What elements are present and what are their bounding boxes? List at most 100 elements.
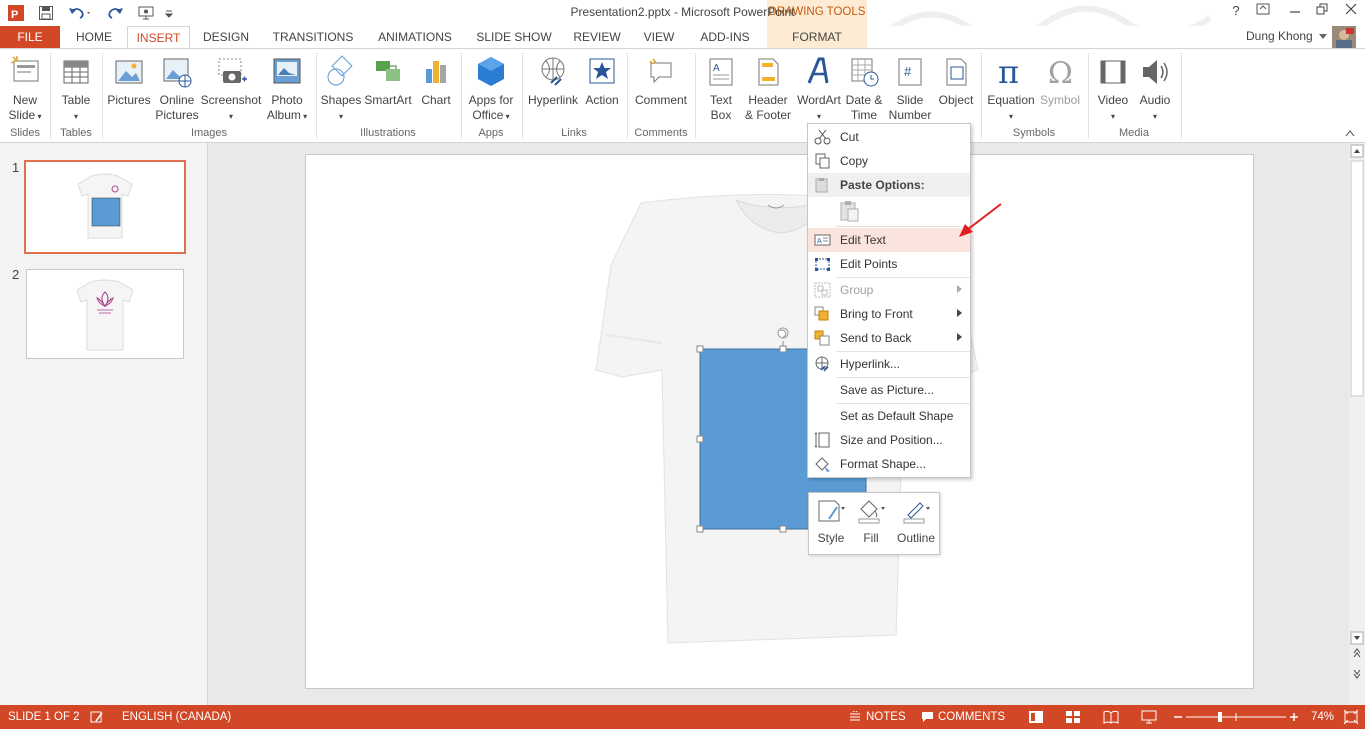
menu-item-copy[interactable]: Copy	[808, 149, 970, 173]
table-button[interactable]: Table ▾	[56, 55, 96, 124]
new-slide-icon	[10, 56, 39, 82]
menu-copy-label: Copy	[840, 154, 869, 168]
hyperlink-button[interactable]: Hyperlink	[526, 55, 580, 108]
text-box-label-1: Text	[709, 93, 732, 107]
reading-view-icon[interactable]	[1103, 710, 1119, 724]
chart-button[interactable]: Chart	[416, 55, 456, 108]
tab-format[interactable]: FORMAT	[767, 26, 867, 49]
header-footer-button[interactable]: Header & Footer	[742, 55, 794, 123]
menu-item-group[interactable]: Group	[808, 278, 970, 302]
date-time-button[interactable]: Date & Time	[842, 55, 886, 123]
tab-insert[interactable]: INSERT	[127, 26, 190, 50]
ribbon-display-options-icon[interactable]	[1252, 3, 1274, 21]
comment-button[interactable]: Comment	[632, 55, 690, 108]
wordart-button[interactable]: WordArt ▾	[794, 55, 844, 124]
tab-home[interactable]: HOME	[66, 26, 122, 49]
screenshot-button[interactable]: Screenshot ▾	[200, 55, 262, 124]
menu-item-send-to-back[interactable]: Send to Back	[808, 326, 970, 350]
pictures-button[interactable]: Pictures	[106, 55, 152, 108]
avatar[interactable]	[1332, 26, 1356, 49]
minimize-icon[interactable]	[1284, 3, 1306, 21]
text-box-icon: A	[709, 58, 733, 86]
video-button[interactable]: Video ▾	[1092, 55, 1134, 124]
clipboard-icon	[840, 201, 859, 222]
tab-transitions[interactable]: TRANSITIONS	[266, 26, 360, 49]
paste-option-button[interactable]	[838, 199, 862, 223]
submenu-arrow-icon	[957, 285, 962, 293]
new-slide-button[interactable]: New Slide ▾	[4, 55, 46, 124]
group-tables-label: Tables	[60, 127, 92, 139]
user-dropdown-icon[interactable]	[1319, 34, 1327, 40]
group-slides-label: Slides	[10, 127, 40, 139]
language-indicator[interactable]: ENGLISH (CANADA)	[122, 711, 231, 723]
tab-design[interactable]: DESIGN	[196, 26, 256, 49]
thumbnail-1-image	[77, 173, 133, 239]
svg-text:A: A	[713, 63, 720, 74]
menu-save-as-picture-label: Save as Picture...	[840, 383, 935, 397]
slide-indicator: SLIDE 1 OF 2	[8, 711, 80, 723]
paste-icon	[815, 178, 828, 193]
object-button[interactable]: Object	[934, 55, 978, 108]
paint-bucket-icon	[858, 500, 885, 524]
menu-item-size-position[interactable]: Size and Position...	[808, 428, 970, 452]
audio-button[interactable]: Audio ▾	[1134, 55, 1176, 124]
fit-slide-icon[interactable]	[1343, 709, 1359, 725]
zoom-level[interactable]: 74%	[1311, 711, 1334, 723]
photo-album-button[interactable]: Photo Album ▾	[262, 55, 312, 124]
style-button[interactable]: Style	[811, 497, 851, 545]
slide-canvas[interactable]	[305, 154, 1254, 689]
collapse-ribbon-icon[interactable]	[1345, 129, 1355, 137]
user-name[interactable]: Dung Khong	[1246, 29, 1313, 43]
action-button[interactable]: Action	[580, 55, 624, 108]
tab-slide-show[interactable]: SLIDE SHOW	[470, 26, 558, 49]
comments-button[interactable]: COMMENTS	[938, 711, 1005, 723]
slide-thumbnail-1[interactable]	[24, 160, 186, 254]
paste-options-header: Paste Options:	[808, 173, 970, 197]
normal-view-icon[interactable]	[1028, 710, 1044, 724]
online-pictures-button[interactable]: Online Pictures	[154, 55, 200, 123]
close-icon[interactable]	[1340, 3, 1362, 21]
text-box-button[interactable]: A Text Box	[700, 55, 742, 123]
menu-item-set-default-shape[interactable]: Set as Default Shape	[808, 404, 970, 428]
zoom-slider[interactable]	[1172, 710, 1302, 724]
menu-item-hyperlink[interactable]: Hyperlink...	[808, 352, 970, 376]
spelling-icon[interactable]	[90, 710, 104, 724]
slide-thumbnail-2[interactable]	[26, 269, 184, 359]
size-position-icon	[814, 432, 830, 448]
tab-add-ins[interactable]: ADD-INS	[690, 26, 760, 49]
equation-icon: π	[998, 55, 1019, 89]
menu-item-edit-text[interactable]: A Edit Text	[808, 228, 970, 252]
object-icon	[946, 58, 967, 86]
menu-item-cut[interactable]: Cut	[808, 125, 970, 149]
menu-item-format-shape[interactable]: Format Shape...	[808, 452, 970, 476]
apps-for-office-button[interactable]: Apps for Office ▾	[464, 55, 518, 124]
symbol-button[interactable]: Ω Symbol	[1036, 55, 1084, 108]
tab-animations[interactable]: ANIMATIONS	[368, 26, 462, 49]
context-menu: Cut Copy Paste Options: A Edit Text Edit…	[807, 123, 971, 478]
slide-sorter-icon[interactable]	[1065, 710, 1081, 724]
menu-item-save-as-picture[interactable]: Save as Picture...	[808, 378, 970, 402]
tab-file[interactable]: FILE	[0, 26, 60, 49]
slideshow-view-icon[interactable]	[1141, 710, 1157, 724]
apps-for-office-icon	[478, 57, 504, 86]
shapes-button[interactable]: Shapes ▾	[320, 55, 362, 124]
tab-review[interactable]: REVIEW	[566, 26, 628, 49]
status-bar: SLIDE 1 OF 2 ENGLISH (CANADA) NOTES COMM…	[0, 705, 1365, 729]
text-box-label-2: Box	[710, 108, 732, 122]
menu-item-bring-to-front[interactable]: Bring to Front	[808, 302, 970, 326]
hyperlink-label: Hyperlink	[527, 93, 578, 107]
tab-view[interactable]: VIEW	[636, 26, 682, 49]
slide-number-button[interactable]: # Slide Number	[886, 55, 934, 123]
chart-icon	[426, 61, 446, 83]
outline-button[interactable]: Outline	[893, 497, 939, 545]
restore-icon[interactable]	[1311, 3, 1333, 21]
vertical-scrollbar[interactable]	[1349, 143, 1365, 705]
equation-button[interactable]: π Equation ▾	[986, 55, 1036, 124]
notes-button[interactable]: NOTES	[866, 711, 906, 723]
fill-button[interactable]: Fill	[851, 497, 891, 545]
menu-item-edit-points[interactable]: Edit Points	[808, 252, 970, 276]
copy-icon	[815, 153, 830, 169]
help-button[interactable]: ?	[1225, 3, 1247, 21]
smartart-button[interactable]: SmartArt	[362, 55, 414, 108]
omega-icon: Ω	[1048, 56, 1073, 89]
